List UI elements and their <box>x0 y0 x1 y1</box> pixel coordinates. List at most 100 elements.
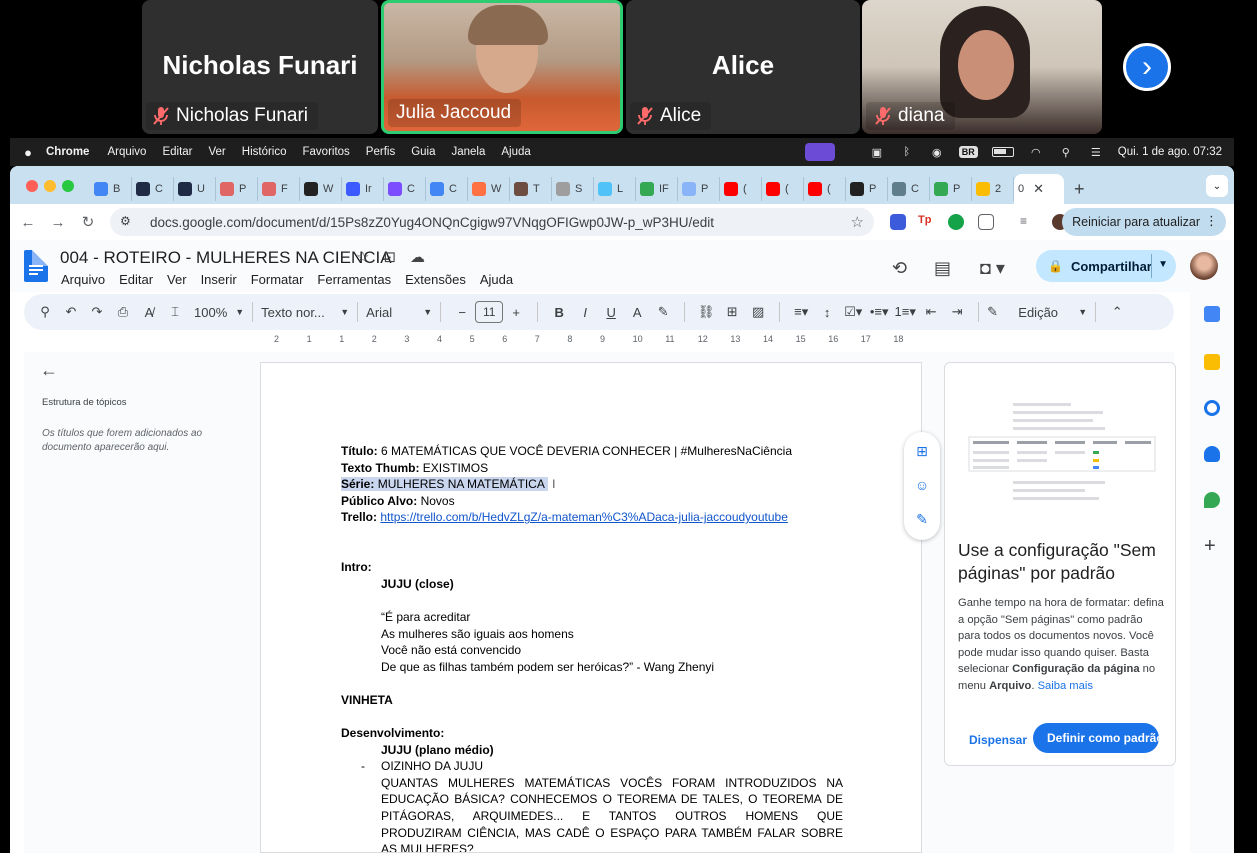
docs-menu-editar[interactable]: Editar <box>119 272 153 287</box>
underline-icon[interactable]: U <box>598 299 624 325</box>
restart-to-update-button[interactable]: Reiniciar para atualizar ⋮ <box>1062 208 1226 236</box>
menu-item[interactable]: Guia <box>411 146 435 158</box>
font-family-select[interactable]: Arial ▼ <box>366 305 432 320</box>
media-control-icon[interactable]: ≡ <box>1020 214 1036 230</box>
dismiss-button[interactable]: Dispensar <box>969 733 1027 747</box>
docs-menu-arquivo[interactable]: Arquivo <box>61 272 105 287</box>
decrease-font-size-button[interactable]: − <box>449 299 475 325</box>
menubar-clock[interactable]: Qui. 1 de ago. 07:32 <box>1118 146 1222 158</box>
cloud-saved-icon[interactable]: ☁ <box>410 248 425 266</box>
browser-tab[interactable]: S <box>552 177 594 201</box>
participant-tile-nicholas[interactable]: Nicholas Funari Nicholas Funari <box>142 0 378 134</box>
window-zoom-button[interactable] <box>62 180 74 192</box>
menu-app-name[interactable]: Chrome <box>46 146 89 158</box>
menu-item[interactable]: Ver <box>209 146 226 158</box>
menu-item[interactable]: Favoritos <box>303 146 350 158</box>
undo-icon[interactable]: ↶ <box>58 299 84 325</box>
decrease-indent-icon[interactable]: ⇤ <box>918 299 944 325</box>
bold-icon[interactable]: B <box>546 299 572 325</box>
extension-icon[interactable]: Tp <box>918 214 934 230</box>
forward-icon[interactable]: → <box>46 214 70 231</box>
redo-icon[interactable]: ↷ <box>84 299 110 325</box>
version-history-icon[interactable]: ⟲ <box>892 258 907 279</box>
text-color-icon[interactable]: A <box>624 299 650 325</box>
extension-icon[interactable] <box>890 214 906 230</box>
increase-indent-icon[interactable]: ⇥ <box>944 299 970 325</box>
star-icon[interactable]: ☆ <box>356 248 369 266</box>
bookmark-star-icon[interactable]: ☆ <box>851 213 864 231</box>
bluetooth-icon[interactable]: ᛒ <box>899 145 915 159</box>
browser-tab[interactable]: P <box>216 177 258 201</box>
chevron-down-icon[interactable]: ▼ <box>1158 259 1168 270</box>
docs-logo-icon[interactable] <box>24 250 48 282</box>
browser-tab[interactable]: 2 <box>972 177 1014 201</box>
document-body[interactable]: Título: 6 MATEMÁTICAS QUE VOCÊ DEVERIA C… <box>341 443 843 852</box>
participant-tile-alice[interactable]: Alice Alice <box>626 0 860 134</box>
add-comment-icon[interactable]: ⊞ <box>719 299 745 325</box>
user-avatar[interactable] <box>1190 252 1218 280</box>
meet-icon[interactable]: ◘ ▾ <box>980 258 1005 279</box>
font-size-input[interactable]: 11 <box>475 301 504 323</box>
docs-menu-extensoes[interactable]: Extensões <box>405 272 466 287</box>
control-center-icon[interactable]: ☰ <box>1088 145 1104 159</box>
add-comment-icon[interactable]: ⊞ <box>913 442 931 460</box>
browser-tab[interactable]: C <box>888 177 930 201</box>
paragraph-style-select[interactable]: Texto nor... ▼ <box>261 305 349 320</box>
input-source-badge[interactable]: BR <box>958 146 978 158</box>
participant-tile-julia[interactable]: Julia Jaccoud <box>381 0 623 134</box>
browser-tab[interactable]: P <box>846 177 888 201</box>
search-icon[interactable]: ⚲ <box>1058 145 1074 159</box>
browser-tab[interactable]: P <box>678 177 720 201</box>
print-icon[interactable]: ⎙ <box>110 299 136 325</box>
spellcheck-icon[interactable]: A̸ <box>136 299 162 325</box>
zoom-select[interactable]: 100% ▼ <box>194 305 244 320</box>
new-tab-button[interactable]: + <box>1074 179 1085 200</box>
align-icon[interactable]: ≡▾ <box>788 299 814 325</box>
browser-tab[interactable]: C <box>426 177 468 201</box>
address-bar[interactable]: ⚙ docs.google.com/document/d/15Ps8zZ0Yug… <box>110 208 874 236</box>
close-outline-icon[interactable]: ← <box>40 360 58 381</box>
browser-tab[interactable]: C <box>132 177 174 201</box>
document-title[interactable]: 004 - ROTEIRO - MULHERES NA CIENCIA <box>60 248 392 268</box>
grammarly-icon[interactable] <box>948 214 964 230</box>
browser-tab[interactable]: ( <box>804 177 846 201</box>
menu-item[interactable]: Ajuda <box>501 146 530 158</box>
browser-tab[interactable]: W <box>468 177 510 201</box>
screen-share-icon[interactable] <box>804 143 835 161</box>
italic-icon[interactable]: I <box>572 299 598 325</box>
back-icon[interactable]: ← <box>16 214 40 231</box>
browser-tab[interactable]: B <box>90 177 132 201</box>
browser-tab[interactable]: Ir <box>342 177 384 201</box>
menu-item[interactable]: Editar <box>162 146 192 158</box>
docs-menu-inserir[interactable]: Inserir <box>201 272 237 287</box>
share-button[interactable]: 🔒 Compartilhar ▼ <box>1036 250 1176 282</box>
docs-menu-formatar[interactable]: Formatar <box>251 272 304 287</box>
browser-tab[interactable]: W <box>300 177 342 201</box>
menu-item[interactable]: Histórico <box>242 146 287 158</box>
maps-icon[interactable] <box>1204 492 1220 508</box>
more-vert-icon[interactable]: ⋮ <box>1205 213 1218 229</box>
browser-tab[interactable]: C <box>384 177 426 201</box>
horizontal-ruler[interactable]: 2 1 1 2 3 4 5 6 7 8 9 10 11 12 13 14 15 16 17 18 <box>260 334 922 348</box>
editing-mode-select[interactable]: ✎ Edição ▼ <box>987 304 1087 320</box>
close-tab-icon[interactable]: ✕ <box>1033 181 1044 197</box>
play-icon[interactable]: ◉ <box>929 145 945 159</box>
browser-tab[interactable]: P <box>930 177 972 201</box>
trello-link[interactable]: https://trello.com/b/HedvZLgZ/a-mateman%… <box>380 510 788 524</box>
browser-tab-active[interactable]: 0 ✕ <box>1014 174 1064 204</box>
set-default-button[interactable]: Definir como padrão <box>1033 723 1159 753</box>
emoji-reaction-icon[interactable]: ☺ <box>913 476 931 494</box>
increase-font-size-button[interactable]: + <box>503 299 529 325</box>
highlight-icon[interactable]: ✎ <box>650 299 676 325</box>
menu-item[interactable]: Janela <box>452 146 486 158</box>
site-info-icon[interactable]: ⚙ <box>120 214 136 230</box>
checklist-icon[interactable]: ☑▾ <box>840 299 866 325</box>
numbered-list-icon[interactable]: 1≡▾ <box>892 299 918 325</box>
menu-item[interactable]: Perfis <box>366 146 395 158</box>
docs-menu-ferramentas[interactable]: Ferramentas <box>317 272 391 287</box>
next-participants-button[interactable]: › <box>1123 43 1171 91</box>
bulleted-list-icon[interactable]: •≡▾ <box>866 299 892 325</box>
line-spacing-icon[interactable]: ↕ <box>814 299 840 325</box>
docs-menu-ajuda[interactable]: Ajuda <box>480 272 513 287</box>
participant-tile-diana[interactable]: diana <box>862 0 1102 134</box>
